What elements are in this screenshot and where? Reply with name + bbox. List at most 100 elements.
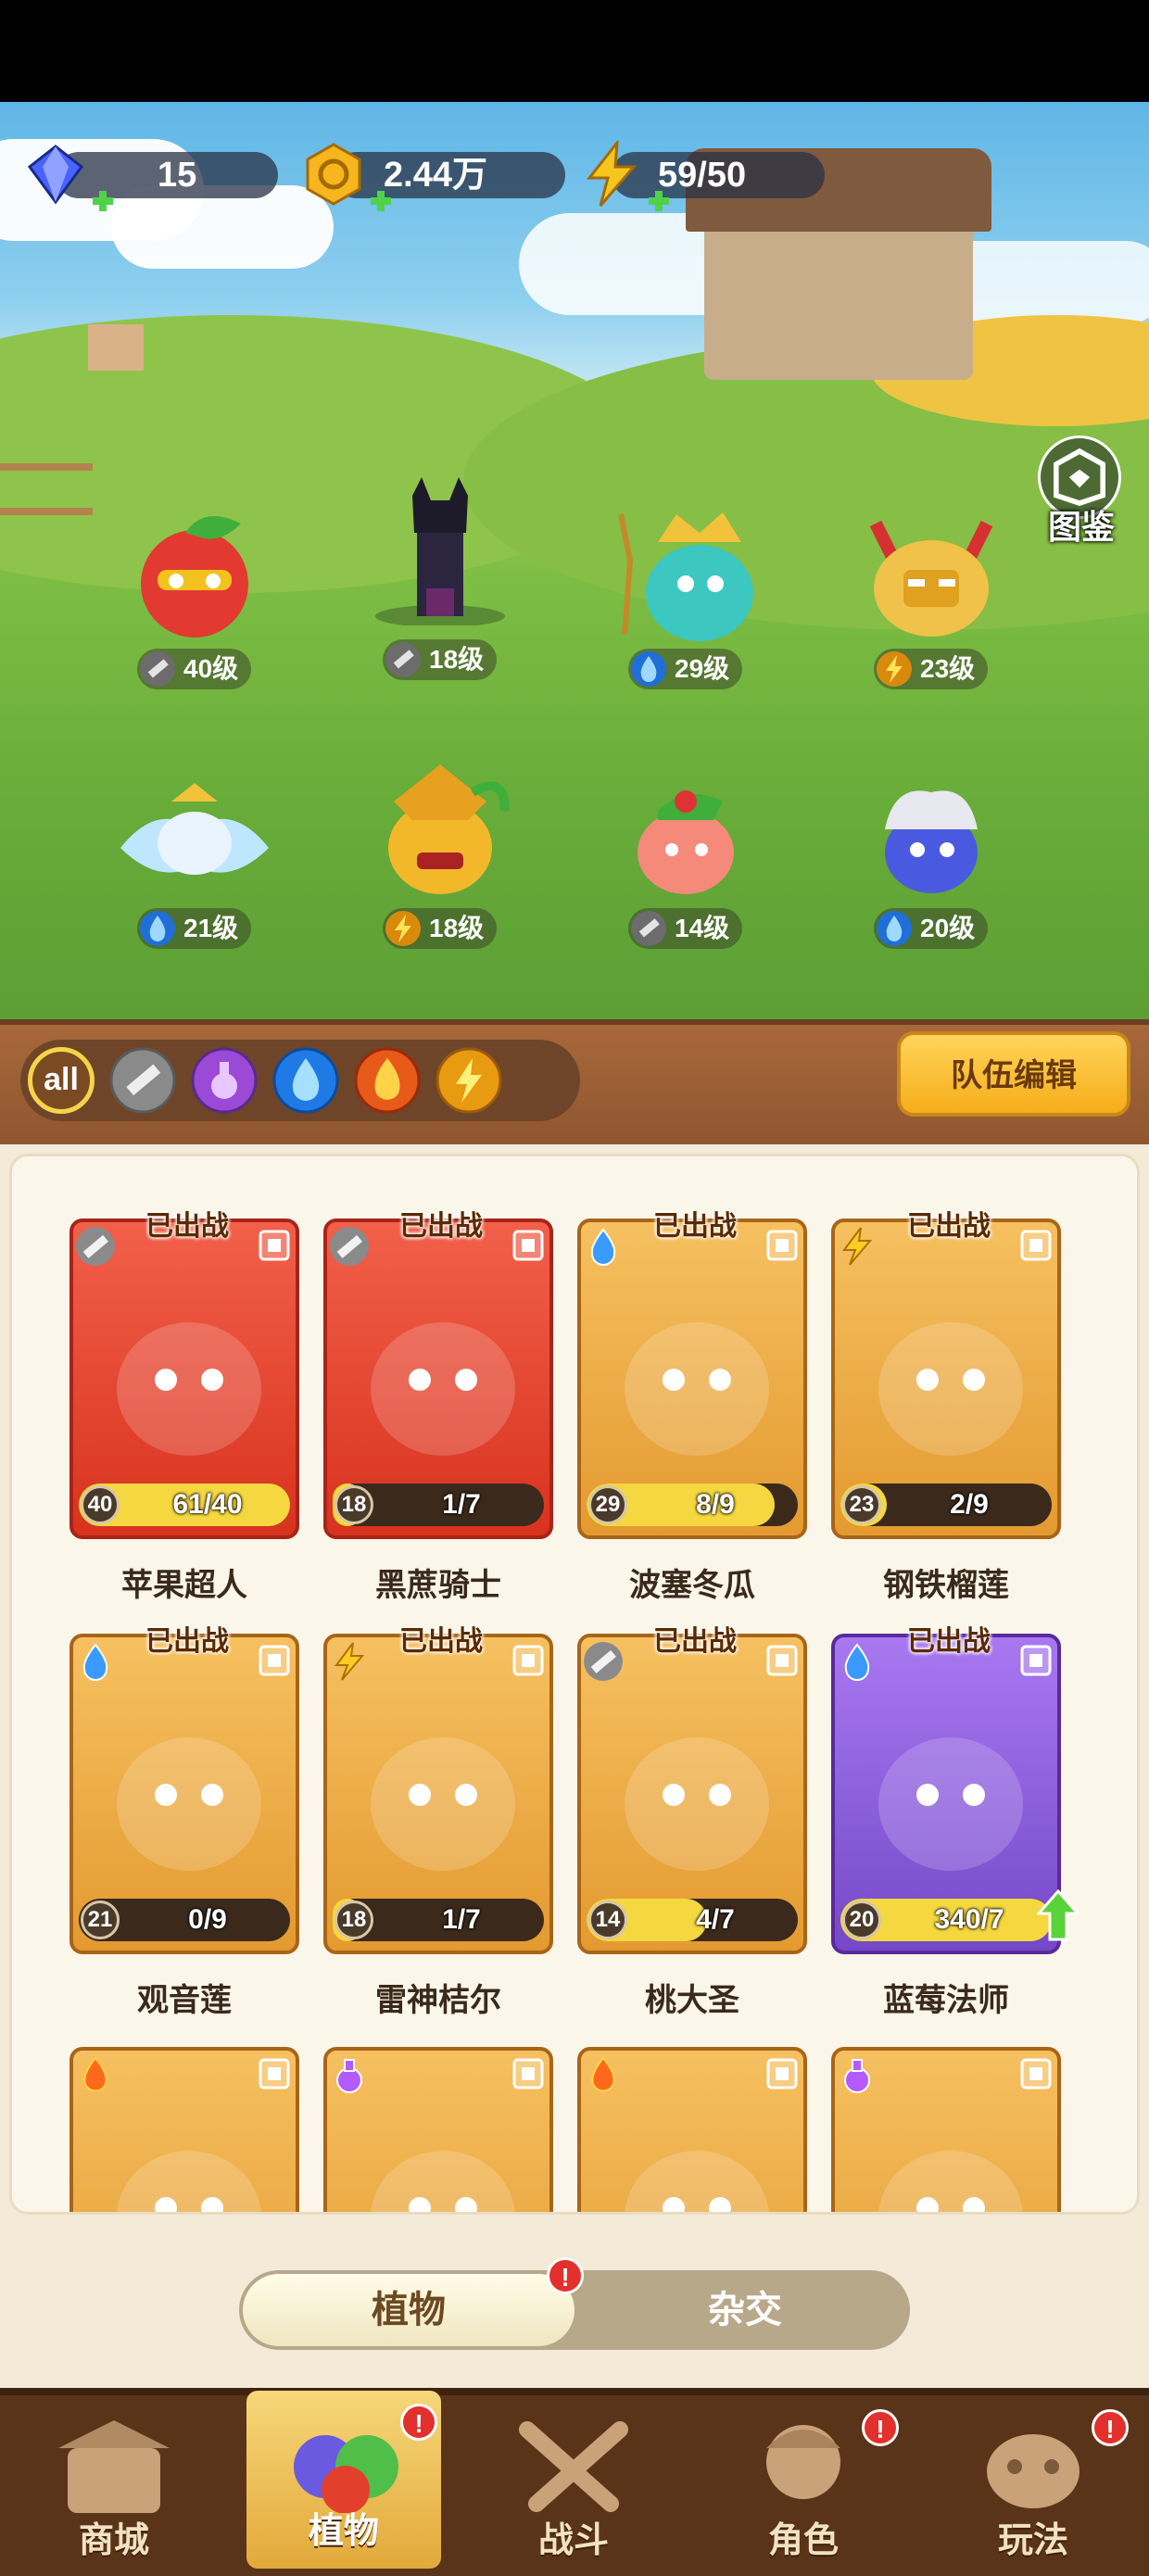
battle-icon [519,2421,628,2512]
plus-icon [93,191,113,211]
formation-icon [512,1645,544,1676]
card-progress-bar: 23 2/9 [840,1484,1052,1526]
black-cane-knight-sprite [375,477,505,625]
sword-element-icon [385,642,421,677]
nav-shop[interactable]: 商城 [17,2400,211,2569]
filter-sword-button[interactable] [109,1047,176,1114]
water-element-icon [590,1228,616,1266]
card-count: 4/7 [696,1904,735,1935]
plant-card-partial[interactable] [323,2047,553,2212]
card-progress-bar: 29 8/9 [587,1484,798,1526]
plant-card[interactable]: 已出战 29 8/9 波塞冬瓜 [577,1210,807,1604]
card-level: 40 [81,1485,120,1524]
lineup-slot-3[interactable]: 29级 [584,505,788,689]
water-element-icon [140,911,175,946]
card-progress-bar: 20 340/7 [840,1899,1052,1941]
filter-lightning-button[interactable] [436,1047,502,1114]
plant-name: 黑蔗骑士 [375,1567,501,1604]
lineup-slot-8[interactable]: 20级 [829,764,1033,949]
filter-poison-button[interactable] [191,1047,258,1114]
filter-water-button[interactable] [272,1047,339,1114]
water-element-icon [82,1643,108,1681]
lineup-slot-7[interactable]: 14级 [584,764,788,949]
gameplay-alert-badge: ! [1092,2409,1129,2446]
gameplay-icon [987,2434,1080,2508]
formation-icon [1020,1645,1052,1676]
lineup-slot-5[interactable]: 21级 [93,764,297,949]
plant-card[interactable]: 已出战 18 1/7 雷神桔尔 [323,1625,553,2019]
plant-portrait [117,1737,261,1871]
plant-card[interactable]: 已出战 18 1/7 黑蔗骑士 [323,1210,553,1604]
fire-element-icon [591,2056,615,2092]
plant-card[interactable]: 已出战 14 4/7 桃大圣 [577,1625,807,2019]
guanyin-lotus-sprite [120,783,269,875]
sword-element-icon [631,911,666,946]
lineup-slot-6[interactable]: 18级 [338,764,542,949]
card-grid: 已出战 40 61/40 苹果超人 已出战 18 1/7 黑蔗骑士 已出战 29 8/9 波塞冬瓜 已出… [9,1154,1140,2215]
deployed-badge: 已出战 [145,1625,229,1658]
plant-card[interactable]: 已出战 21 0/9 观音莲 [69,1625,299,2019]
plant-portrait [878,1737,1023,1871]
gold-counter[interactable]: 2.44万 [306,143,565,211]
sword-element-icon [140,651,175,687]
card-level: 14 [588,1900,627,1939]
filter-all-button[interactable]: all [28,1047,95,1114]
plant-name: 波塞冬瓜 [629,1567,755,1604]
energy-value: 59/50 [658,156,747,195]
blueberry-mage-sprite [885,790,978,893]
formation-icon [259,2058,290,2090]
card-count: 1/7 [442,1904,481,1935]
deployed-badge: 已出战 [907,1625,991,1658]
energy-counter[interactable]: 59/50 [586,141,825,211]
card-count: 340/7 [934,1904,1004,1935]
lightning-icon [586,141,638,207]
formation-icon [512,1230,544,1261]
sword-element-icon [584,1642,623,1681]
fire-element-icon [83,2056,107,2092]
nav-battle[interactable]: 战斗 [476,2400,671,2569]
formation-icon [259,1230,290,1261]
peach-sage-sprite [638,790,734,894]
status-bar [0,0,1149,102]
card-count: 8/9 [696,1489,735,1520]
plant-card-partial[interactable] [577,2047,807,2212]
plant-card[interactable]: 已出战 23 2/9 钢铁榴莲 [831,1210,1061,1604]
plant-card[interactable]: 已出战 20 340/7 蓝莓法师 [831,1625,1080,2019]
card-level: 21 [81,1900,120,1939]
hero-level-badge: 18级 [383,908,498,949]
poison-element-icon [844,2059,870,2093]
plant-portrait [878,1322,1023,1456]
plant-portrait [878,2151,1023,2212]
plant-card-partial[interactable] [831,2047,1061,2212]
poseidon-melon-sprite [618,512,753,641]
water-element-icon [844,1643,870,1681]
codex-button[interactable]: 图鉴 [1030,436,1132,547]
hero-level-badge: 23级 [874,649,989,689]
plant-portrait [371,1737,515,1871]
lineup-slot-4[interactable]: 23级 [829,505,1033,689]
card-progress-bar: 21 0/9 [79,1899,290,1941]
team-edit-button[interactable]: 队伍编辑 [897,1031,1130,1117]
plant-card-partial[interactable] [69,2047,299,2212]
card-level: 23 [842,1485,881,1524]
plant-portrait [625,2151,769,2212]
plant-tab-alert-badge: ! [547,2257,584,2294]
lineup-slot-1[interactable]: 40级 [93,505,297,689]
plant-portrait [371,1322,515,1456]
card-level: 18 [335,1900,373,1939]
deployed-badge: 已出战 [399,1210,483,1243]
water-element-icon [877,911,912,946]
gem-icon [27,145,84,205]
element-filter-group: all [20,1040,580,1121]
lightning-element-icon [842,1227,873,1266]
gems-counter[interactable]: 15 [27,145,278,211]
iron-durian-sprite [869,520,993,637]
plant-tab[interactable]: 植物 [243,2274,574,2346]
filter-fire-button[interactable] [354,1047,421,1114]
card-progress-bar: 40 61/40 [79,1484,290,1526]
crossbreed-tab[interactable]: 杂交 [584,2274,906,2346]
plant-portrait [625,1322,769,1456]
lineup-slot-2[interactable]: 18级 [338,477,542,680]
formation-icon [1020,2058,1052,2090]
plant-card[interactable]: 已出战 40 61/40 苹果超人 [69,1210,299,1604]
